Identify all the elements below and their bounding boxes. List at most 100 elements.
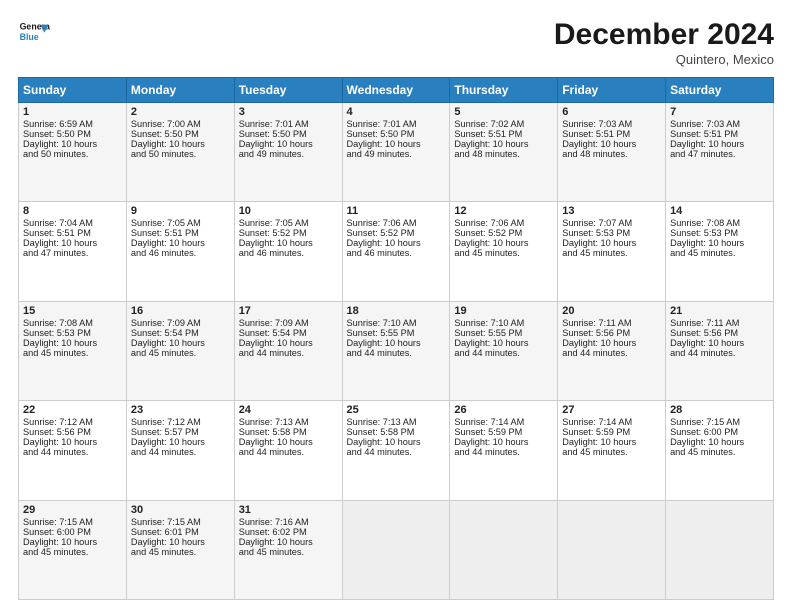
day-number: 19: [454, 305, 553, 317]
daylight-text: Daylight: 10 hoursand 44 minutes.: [454, 437, 528, 457]
calendar-week-row: 29Sunrise: 7:15 AMSunset: 6:00 PMDayligh…: [19, 500, 774, 599]
day-number: 14: [670, 205, 769, 217]
sunrise-text: Sunrise: 7:06 AM: [347, 218, 417, 228]
sunrise-text: Sunrise: 7:16 AM: [239, 517, 309, 527]
sunrise-text: Sunrise: 7:02 AM: [454, 119, 524, 129]
calendar-cell: 9Sunrise: 7:05 AMSunset: 5:51 PMDaylight…: [126, 202, 234, 301]
calendar-cell: 13Sunrise: 7:07 AMSunset: 5:53 PMDayligh…: [558, 202, 666, 301]
sunset-text: Sunset: 5:52 PM: [454, 228, 522, 238]
day-number: 24: [239, 404, 338, 416]
daylight-text: Daylight: 10 hoursand 45 minutes.: [131, 338, 205, 358]
daylight-text: Daylight: 10 hoursand 45 minutes.: [454, 238, 528, 258]
day-number: 6: [562, 106, 661, 118]
header-saturday: Saturday: [666, 78, 774, 103]
sunset-text: Sunset: 5:56 PM: [23, 427, 91, 437]
calendar-cell: [558, 500, 666, 599]
sunset-text: Sunset: 5:55 PM: [454, 328, 522, 338]
sunset-text: Sunset: 5:58 PM: [239, 427, 307, 437]
calendar-cell: 12Sunrise: 7:06 AMSunset: 5:52 PMDayligh…: [450, 202, 558, 301]
day-number: 2: [131, 106, 230, 118]
sunrise-text: Sunrise: 7:09 AM: [131, 318, 201, 328]
calendar-cell: 22Sunrise: 7:12 AMSunset: 5:56 PMDayligh…: [19, 401, 127, 500]
calendar-week-row: 15Sunrise: 7:08 AMSunset: 5:53 PMDayligh…: [19, 301, 774, 400]
calendar-cell: [666, 500, 774, 599]
daylight-text: Daylight: 10 hoursand 45 minutes.: [670, 238, 744, 258]
daylight-text: Daylight: 10 hoursand 44 minutes.: [562, 338, 636, 358]
day-number: 4: [347, 106, 446, 118]
calendar-cell: 30Sunrise: 7:15 AMSunset: 6:01 PMDayligh…: [126, 500, 234, 599]
calendar-cell: [450, 500, 558, 599]
sunset-text: Sunset: 5:51 PM: [670, 129, 738, 139]
sunrise-text: Sunrise: 7:11 AM: [562, 318, 631, 328]
daylight-text: Daylight: 10 hoursand 46 minutes.: [347, 238, 421, 258]
sunset-text: Sunset: 5:53 PM: [23, 328, 91, 338]
sunrise-text: Sunrise: 7:15 AM: [131, 517, 201, 527]
day-number: 28: [670, 404, 769, 416]
daylight-text: Daylight: 10 hoursand 45 minutes.: [131, 537, 205, 557]
sunset-text: Sunset: 5:51 PM: [23, 228, 91, 238]
calendar-week-row: 22Sunrise: 7:12 AMSunset: 5:56 PMDayligh…: [19, 401, 774, 500]
sunrise-text: Sunrise: 7:06 AM: [454, 218, 524, 228]
day-number: 1: [23, 106, 122, 118]
calendar-cell: 29Sunrise: 7:15 AMSunset: 6:00 PMDayligh…: [19, 500, 127, 599]
daylight-text: Daylight: 10 hoursand 46 minutes.: [131, 238, 205, 258]
sunrise-text: Sunrise: 7:03 AM: [670, 119, 740, 129]
sunrise-text: Sunrise: 7:05 AM: [239, 218, 309, 228]
sunrise-text: Sunrise: 7:03 AM: [562, 119, 632, 129]
daylight-text: Daylight: 10 hoursand 44 minutes.: [131, 437, 205, 457]
sunrise-text: Sunrise: 7:01 AM: [347, 119, 417, 129]
day-number: 31: [239, 504, 338, 516]
day-number: 15: [23, 305, 122, 317]
daylight-text: Daylight: 10 hoursand 44 minutes.: [239, 338, 313, 358]
daylight-text: Daylight: 10 hoursand 48 minutes.: [562, 139, 636, 159]
daylight-text: Daylight: 10 hoursand 44 minutes.: [670, 338, 744, 358]
sunrise-text: Sunrise: 7:00 AM: [131, 119, 201, 129]
daylight-text: Daylight: 10 hoursand 49 minutes.: [239, 139, 313, 159]
sunrise-text: Sunrise: 7:09 AM: [239, 318, 309, 328]
sunset-text: Sunset: 5:51 PM: [131, 228, 199, 238]
daylight-text: Daylight: 10 hoursand 45 minutes.: [562, 238, 636, 258]
sunset-text: Sunset: 5:52 PM: [239, 228, 307, 238]
daylight-text: Daylight: 10 hoursand 45 minutes.: [239, 537, 313, 557]
calendar-week-row: 1Sunrise: 6:59 AMSunset: 5:50 PMDaylight…: [19, 103, 774, 202]
calendar-cell: 19Sunrise: 7:10 AMSunset: 5:55 PMDayligh…: [450, 301, 558, 400]
day-number: 13: [562, 205, 661, 217]
logo-icon: General Blue: [18, 18, 50, 46]
day-number: 5: [454, 106, 553, 118]
calendar-cell: 31Sunrise: 7:16 AMSunset: 6:02 PMDayligh…: [234, 500, 342, 599]
sunset-text: Sunset: 5:51 PM: [562, 129, 630, 139]
calendar-table: Sunday Monday Tuesday Wednesday Thursday…: [18, 77, 774, 600]
day-number: 21: [670, 305, 769, 317]
month-title: December 2024: [554, 18, 774, 52]
daylight-text: Daylight: 10 hoursand 44 minutes.: [347, 437, 421, 457]
calendar-cell: 25Sunrise: 7:13 AMSunset: 5:58 PMDayligh…: [342, 401, 450, 500]
sunrise-text: Sunrise: 7:13 AM: [347, 417, 417, 427]
day-number: 29: [23, 504, 122, 516]
sunset-text: Sunset: 5:56 PM: [562, 328, 630, 338]
day-number: 27: [562, 404, 661, 416]
sunrise-text: Sunrise: 7:08 AM: [23, 318, 93, 328]
sunset-text: Sunset: 5:51 PM: [454, 129, 522, 139]
day-number: 25: [347, 404, 446, 416]
day-number: 22: [23, 404, 122, 416]
daylight-text: Daylight: 10 hoursand 50 minutes.: [23, 139, 97, 159]
calendar-cell: 27Sunrise: 7:14 AMSunset: 5:59 PMDayligh…: [558, 401, 666, 500]
calendar-cell: 6Sunrise: 7:03 AMSunset: 5:51 PMDaylight…: [558, 103, 666, 202]
calendar-cell: 11Sunrise: 7:06 AMSunset: 5:52 PMDayligh…: [342, 202, 450, 301]
location: Quintero, Mexico: [554, 52, 774, 67]
calendar-cell: 1Sunrise: 6:59 AMSunset: 5:50 PMDaylight…: [19, 103, 127, 202]
header: General Blue December 2024 Quintero, Mex…: [18, 18, 774, 67]
day-number: 8: [23, 205, 122, 217]
title-block: December 2024 Quintero, Mexico: [554, 18, 774, 67]
sunrise-text: Sunrise: 7:07 AM: [562, 218, 632, 228]
daylight-text: Daylight: 10 hoursand 44 minutes.: [239, 437, 313, 457]
sunset-text: Sunset: 5:54 PM: [239, 328, 307, 338]
header-wednesday: Wednesday: [342, 78, 450, 103]
calendar-cell: 7Sunrise: 7:03 AMSunset: 5:51 PMDaylight…: [666, 103, 774, 202]
calendar-cell: 21Sunrise: 7:11 AMSunset: 5:56 PMDayligh…: [666, 301, 774, 400]
sunset-text: Sunset: 6:01 PM: [131, 527, 199, 537]
daylight-text: Daylight: 10 hoursand 46 minutes.: [239, 238, 313, 258]
sunset-text: Sunset: 6:00 PM: [670, 427, 738, 437]
sunset-text: Sunset: 5:52 PM: [347, 228, 415, 238]
daylight-text: Daylight: 10 hoursand 45 minutes.: [23, 338, 97, 358]
